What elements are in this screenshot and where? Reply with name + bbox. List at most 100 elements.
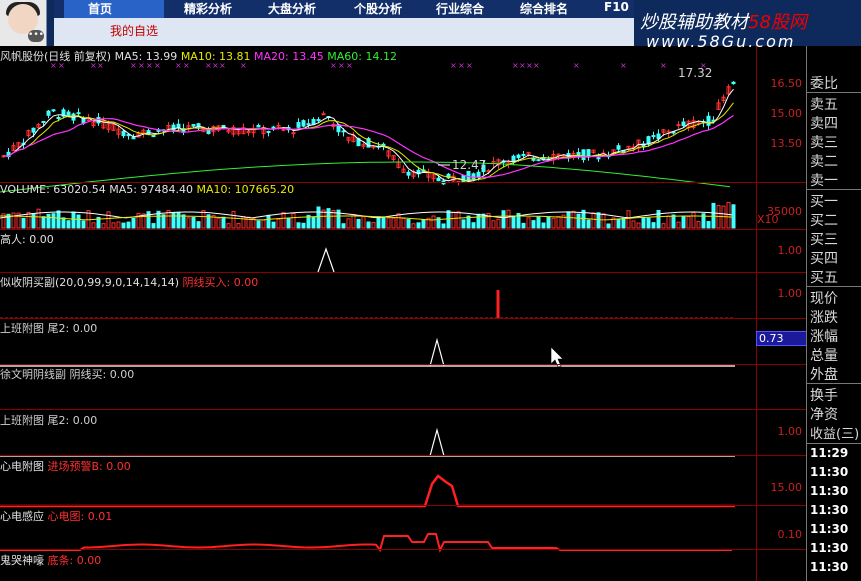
quote-buy3[interactable]: 买三 xyxy=(810,229,838,249)
candle-body xyxy=(731,81,736,85)
tab-active[interactable]: 首页 xyxy=(64,0,164,18)
volume-bar xyxy=(596,212,601,229)
user-avatar[interactable]: ••• xyxy=(0,0,47,46)
volume-bar xyxy=(631,220,636,229)
volume-bar xyxy=(651,222,656,229)
volume-bar xyxy=(161,214,166,229)
volume-bar xyxy=(151,223,156,229)
volume-bar xyxy=(711,202,716,229)
volume-bar xyxy=(346,218,351,229)
volume-bar xyxy=(676,221,681,229)
panel-ecg2-tick: 0.10 xyxy=(777,528,803,541)
high-price-label: 17.32 xyxy=(678,66,713,80)
volume-bar xyxy=(281,211,286,229)
quote-sell2[interactable]: 卖二 xyxy=(810,151,838,171)
panel-shangban1-title: 上班附图 尾2: 0.00 xyxy=(0,322,98,335)
volume-bar xyxy=(621,217,626,229)
volume-bar xyxy=(376,216,381,229)
ma5-line xyxy=(3,88,734,183)
quote-volume[interactable]: 总量 xyxy=(810,345,838,365)
gaoren-spike xyxy=(317,247,335,273)
quote-net-assets[interactable]: 净资 xyxy=(810,404,838,424)
tab-ranking[interactable]: 综合排名 xyxy=(520,0,568,16)
chart-canvas[interactable]: × × × × × × × × × × × × × × × × × × × × × × × × × × × × xyxy=(0,46,806,581)
tick-time: 11:30 xyxy=(810,541,849,555)
quote-change-pct[interactable]: 涨幅 xyxy=(810,326,838,346)
volume-bar xyxy=(316,206,321,229)
candle-body xyxy=(476,171,481,178)
candle-body xyxy=(581,149,586,161)
y-tick-3: 13.50 xyxy=(770,137,803,150)
tick-time: 11:30 xyxy=(810,560,849,574)
my-watchlist-tab[interactable]: 我的自选 xyxy=(110,22,158,39)
volume-ma10: MA10: 107665.20 xyxy=(196,183,295,196)
candle-body xyxy=(341,130,346,133)
volume-bar xyxy=(366,221,371,229)
volume-bar xyxy=(221,216,226,229)
volume-bar xyxy=(76,214,81,229)
volume-bar xyxy=(576,213,581,229)
candle-body xyxy=(51,109,56,112)
volume-bar xyxy=(491,220,496,229)
quote-sell4[interactable]: 卖四 xyxy=(810,113,838,133)
quote-outer[interactable]: 外盘 xyxy=(810,364,838,384)
candle-body xyxy=(586,149,591,158)
volume-bar xyxy=(681,215,686,229)
volume-bar xyxy=(191,216,196,229)
volume-bar xyxy=(546,216,551,229)
brand-text-red: 58股网 xyxy=(748,12,807,33)
volume-bar xyxy=(461,219,466,229)
volume-bar xyxy=(276,218,281,229)
volume-bar xyxy=(551,217,556,229)
candle-body xyxy=(596,157,601,160)
quote-sell1[interactable]: 卖一 xyxy=(810,170,838,190)
volume-bar xyxy=(556,216,561,229)
volume-unit: X10 xyxy=(757,213,779,226)
quote-buy2[interactable]: 买二 xyxy=(810,210,838,230)
sep-p3-p4 xyxy=(0,364,806,365)
stock-title: 风帆股份(日线 前复权) xyxy=(0,50,112,63)
volume-bar xyxy=(481,213,486,229)
volume-bar xyxy=(476,213,481,229)
volume-bar xyxy=(311,216,316,229)
quote-buy5[interactable]: 买五 xyxy=(810,267,838,287)
candle-body xyxy=(316,119,321,122)
quote-buy4[interactable]: 买四 xyxy=(810,248,838,268)
volume-bar xyxy=(356,218,361,229)
ecg-signal xyxy=(0,474,735,508)
tab-analysis[interactable]: 精彩分析 xyxy=(184,0,232,16)
sep-p7-p8 xyxy=(0,549,806,550)
volume-bar xyxy=(41,216,46,229)
tab-stock[interactable]: 个股分析 xyxy=(354,0,402,16)
more-icon[interactable]: ••• xyxy=(28,30,44,42)
quote-weibi[interactable]: 委比 xyxy=(810,73,838,93)
tab-active-label: 首页 xyxy=(88,2,113,16)
quote-change[interactable]: 涨跌 xyxy=(810,307,838,327)
quote-sell5[interactable]: 卖五 xyxy=(810,94,838,114)
candle-body xyxy=(131,136,136,140)
candle-body xyxy=(616,145,621,150)
quote-sell3[interactable]: 卖三 xyxy=(810,132,838,152)
volume-bar xyxy=(201,210,206,229)
quote-buy1[interactable]: 买一 xyxy=(810,191,838,211)
candle-body xyxy=(271,126,276,129)
tab-market[interactable]: 大盘分析 xyxy=(268,0,316,16)
volume-bar xyxy=(601,213,606,229)
volume-bar xyxy=(706,221,711,229)
quote-price[interactable]: 现价 xyxy=(810,288,838,308)
tab-f10[interactable]: F10 xyxy=(604,0,629,16)
volume-bar xyxy=(256,220,261,229)
axis-divider xyxy=(756,46,757,581)
quote-turnover[interactable]: 换手 xyxy=(810,385,838,405)
volume-bar xyxy=(176,211,181,229)
tick-time: 11:30 xyxy=(810,465,849,479)
panel-ecg1-title: 心电附图 进场预警B: 0.00 xyxy=(0,460,131,473)
volume-bar xyxy=(526,217,531,229)
tab-industry[interactable]: 行业综合 xyxy=(436,0,484,16)
shangban-spike-2 xyxy=(429,427,445,457)
sep-p1-p2 xyxy=(0,272,806,273)
volume-bar xyxy=(421,219,426,229)
quote-earnings[interactable]: 收益(三) xyxy=(810,423,859,442)
candle-body xyxy=(471,173,476,180)
ma20-value: MA20: 13.45 xyxy=(254,50,324,63)
